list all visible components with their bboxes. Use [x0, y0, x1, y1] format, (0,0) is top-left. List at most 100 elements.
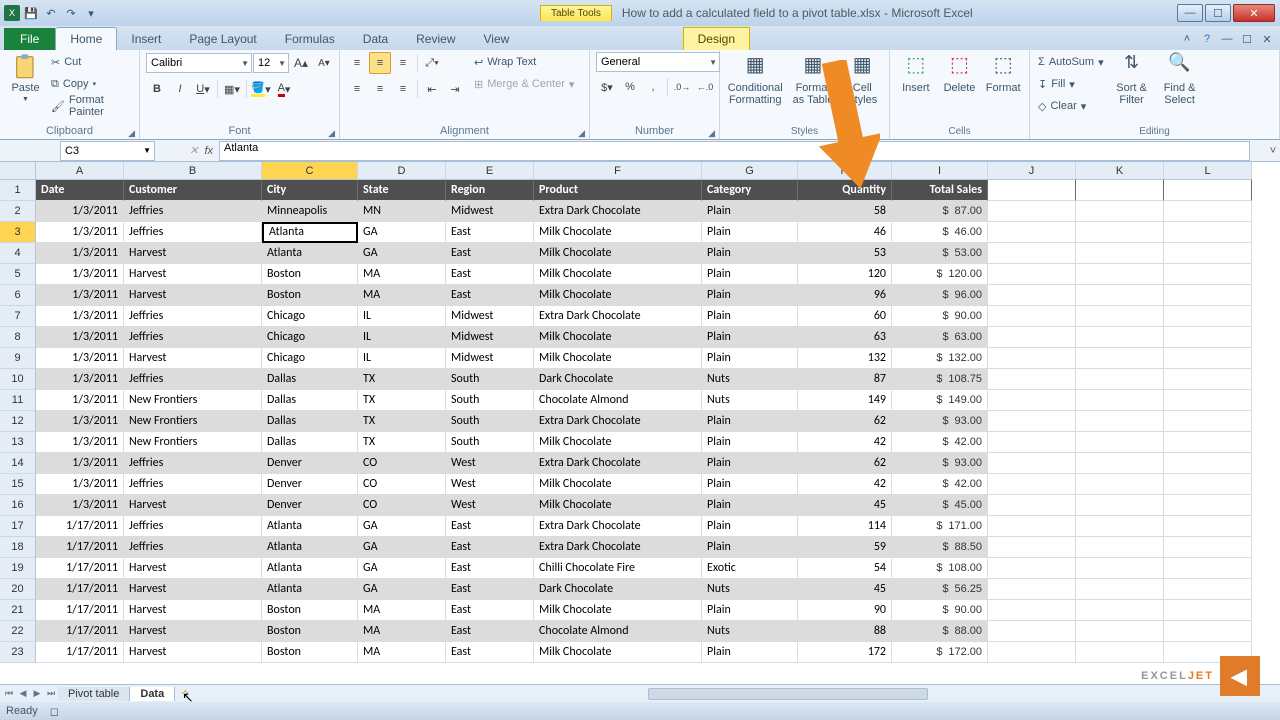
- save-icon[interactable]: 💾: [22, 4, 40, 22]
- cell[interactable]: East: [446, 222, 534, 243]
- insert-function-icon[interactable]: fx: [204, 145, 213, 157]
- cell[interactable]: [1076, 348, 1164, 369]
- cell[interactable]: Atlanta: [262, 537, 358, 558]
- cell[interactable]: Plain: [702, 537, 798, 558]
- cell[interactable]: Milk Chocolate: [534, 348, 702, 369]
- sheet-nav-last-icon[interactable]: ⏭: [44, 688, 58, 699]
- cell[interactable]: 1/17/2011: [36, 558, 124, 579]
- cell[interactable]: [1164, 243, 1252, 264]
- cell[interactable]: West: [446, 474, 534, 495]
- number-format-combo[interactable]: General▼: [596, 52, 720, 72]
- cell[interactable]: East: [446, 243, 534, 264]
- cell[interactable]: [1076, 306, 1164, 327]
- table-header-cell[interactable]: Customer: [124, 180, 262, 201]
- cell[interactable]: 88: [798, 621, 892, 642]
- cut-button[interactable]: ✂Cut: [49, 52, 133, 72]
- cell[interactable]: East: [446, 516, 534, 537]
- cell[interactable]: $42.00: [892, 474, 988, 495]
- cell[interactable]: Boston: [262, 621, 358, 642]
- cell[interactable]: 1/17/2011: [36, 537, 124, 558]
- cell[interactable]: Plain: [702, 348, 798, 369]
- font-dialog-icon[interactable]: ◢: [328, 128, 335, 139]
- cell[interactable]: Plain: [702, 474, 798, 495]
- cell[interactable]: [1076, 327, 1164, 348]
- name-box[interactable]: C3▼: [60, 141, 155, 161]
- cell[interactable]: $90.00: [892, 600, 988, 621]
- cell[interactable]: Jeffries: [124, 306, 262, 327]
- orientation-icon[interactable]: ⤢▾: [421, 52, 443, 74]
- cell[interactable]: Harvest: [124, 621, 262, 642]
- cell[interactable]: 1/3/2011: [36, 264, 124, 285]
- shrink-font-icon[interactable]: A▾: [313, 52, 335, 74]
- sheet-nav-next-icon[interactable]: ▶: [30, 688, 44, 699]
- cell[interactable]: $63.00: [892, 327, 988, 348]
- cell[interactable]: Milk Chocolate: [534, 474, 702, 495]
- find-select-button[interactable]: 🔍Find & Select: [1158, 52, 1202, 106]
- cell[interactable]: Plain: [702, 432, 798, 453]
- cell[interactable]: 63: [798, 327, 892, 348]
- minimize-button[interactable]: —: [1177, 4, 1203, 22]
- cell[interactable]: 45: [798, 579, 892, 600]
- cell[interactable]: 1/3/2011: [36, 306, 124, 327]
- sheet-tab-data[interactable]: Data: [130, 687, 175, 701]
- align-right-icon[interactable]: ≡: [392, 78, 414, 100]
- cell-styles-button[interactable]: ▦Cell Styles: [842, 52, 884, 106]
- cell[interactable]: [988, 201, 1076, 222]
- maximize-button[interactable]: ☐: [1205, 4, 1231, 22]
- row-header[interactable]: 12: [0, 411, 36, 432]
- cell[interactable]: [988, 390, 1076, 411]
- cell[interactable]: Extra Dark Chocolate: [534, 201, 702, 222]
- cell[interactable]: Chicago: [262, 348, 358, 369]
- cell[interactable]: $42.00: [892, 432, 988, 453]
- cell[interactable]: South: [446, 411, 534, 432]
- fill-button[interactable]: ↧Fill▾: [1036, 74, 1106, 94]
- undo-icon[interactable]: ↶: [42, 4, 60, 22]
- format-as-table-button[interactable]: ▦Format as Table: [788, 52, 837, 106]
- cell[interactable]: $88.00: [892, 621, 988, 642]
- table-header-cell[interactable]: Product: [534, 180, 702, 201]
- cell[interactable]: $149.00: [892, 390, 988, 411]
- row-header[interactable]: 8: [0, 327, 36, 348]
- cell[interactable]: [1164, 285, 1252, 306]
- comma-format-icon[interactable]: ,: [642, 76, 664, 98]
- minimize-ribbon-icon[interactable]: ˄: [1180, 32, 1194, 46]
- font-size-combo[interactable]: 12▼: [253, 53, 289, 73]
- cell[interactable]: [1076, 621, 1164, 642]
- decrease-decimal-icon[interactable]: ←.0: [694, 76, 716, 98]
- close-button[interactable]: ✕: [1233, 4, 1275, 22]
- row-header[interactable]: 13: [0, 432, 36, 453]
- cell[interactable]: MA: [358, 642, 446, 663]
- cell[interactable]: [1076, 369, 1164, 390]
- cell[interactable]: Dallas: [262, 390, 358, 411]
- cell[interactable]: [1164, 621, 1252, 642]
- cell[interactable]: [1164, 369, 1252, 390]
- cell[interactable]: Milk Chocolate: [534, 600, 702, 621]
- cell[interactable]: Nuts: [702, 369, 798, 390]
- cell[interactable]: 1/3/2011: [36, 285, 124, 306]
- cell[interactable]: 54: [798, 558, 892, 579]
- cell[interactable]: [1164, 558, 1252, 579]
- row-header[interactable]: 7: [0, 306, 36, 327]
- cell[interactable]: West: [446, 495, 534, 516]
- cell[interactable]: Plain: [702, 222, 798, 243]
- cell[interactable]: [1164, 474, 1252, 495]
- cell[interactable]: [1164, 516, 1252, 537]
- cell[interactable]: MN: [358, 201, 446, 222]
- row-header[interactable]: 6: [0, 285, 36, 306]
- cell[interactable]: New Frontiers: [124, 432, 262, 453]
- cell[interactable]: 96: [798, 285, 892, 306]
- cell[interactable]: Boston: [262, 600, 358, 621]
- conditional-formatting-button[interactable]: ▦Conditional Formatting: [726, 52, 784, 106]
- cell[interactable]: 42: [798, 474, 892, 495]
- cell[interactable]: 1/3/2011: [36, 201, 124, 222]
- cell[interactable]: MA: [358, 264, 446, 285]
- col-header-G[interactable]: G: [702, 162, 798, 180]
- col-header-A[interactable]: A: [36, 162, 124, 180]
- cell[interactable]: Chilli Chocolate Fire: [534, 558, 702, 579]
- cell[interactable]: Chocolate Almond: [534, 621, 702, 642]
- help-icon[interactable]: ?: [1200, 32, 1214, 46]
- cell[interactable]: 1/3/2011: [36, 453, 124, 474]
- cell[interactable]: $171.00: [892, 516, 988, 537]
- cell[interactable]: [988, 600, 1076, 621]
- cell[interactable]: 1/17/2011: [36, 642, 124, 663]
